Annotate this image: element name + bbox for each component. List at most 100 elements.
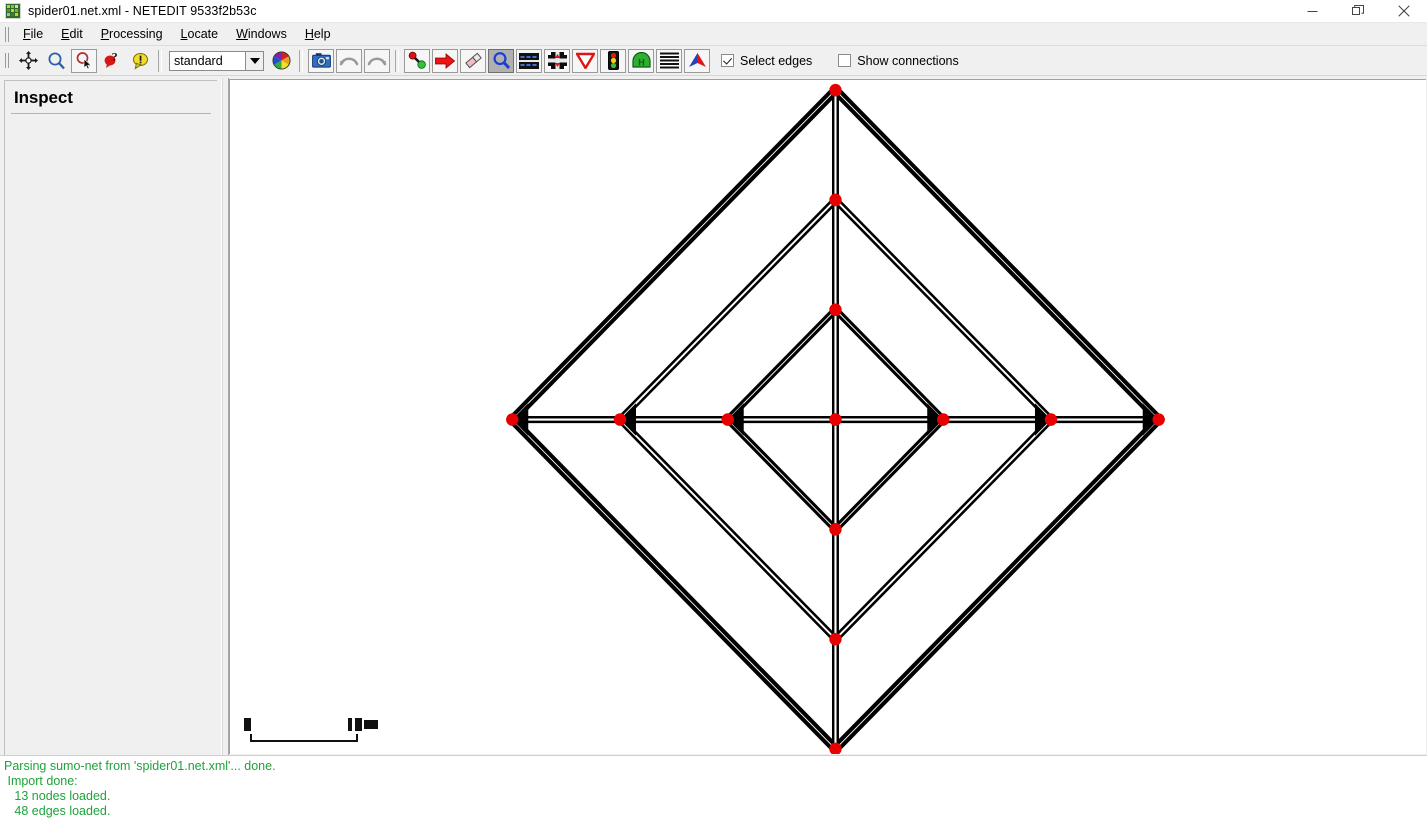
menu-edit-rest: dit <box>69 26 83 41</box>
svg-text:?: ? <box>111 51 117 64</box>
junction-node[interactable] <box>829 83 842 97</box>
junction-node[interactable] <box>829 523 842 536</box>
view-scheme-value: standard <box>174 53 223 68</box>
junction-node[interactable] <box>829 632 842 646</box>
sidebar-splitter[interactable] <box>222 78 229 755</box>
red-blue-shape-icon <box>688 52 707 69</box>
menu-edit-mnemonic: E <box>61 26 70 41</box>
junction-node[interactable] <box>721 413 734 426</box>
zoom-select-button[interactable] <box>71 48 97 73</box>
window-title: spider01.net.xml - NETEDIT 9533f2b53c <box>28 4 257 18</box>
screenshot-button[interactable] <box>308 48 334 73</box>
window-controls <box>1289 0 1427 22</box>
junction-node[interactable] <box>613 413 627 426</box>
crossing-mode-button[interactable] <box>544 48 570 73</box>
select-edges-label: Select edges <box>740 53 813 68</box>
menu-locate-mnemonic: L <box>180 26 188 41</box>
shape-mode-button[interactable] <box>684 48 710 73</box>
title-bar: spider01.net.xml - NETEDIT 9533f2b53c <box>0 0 1427 23</box>
junction-node[interactable] <box>829 303 842 317</box>
select-edges-checkbox[interactable]: Select edges <box>721 54 812 68</box>
connection-grid-icon <box>547 52 567 69</box>
move-view-button[interactable] <box>15 49 41 73</box>
blue-magnifier-icon <box>492 51 511 70</box>
magnifier-icon <box>47 51 66 70</box>
undo-arrow-icon <box>339 53 359 69</box>
color-scheme-button[interactable] <box>268 49 294 73</box>
edge-mode-button[interactable] <box>516 48 542 73</box>
toolbar-separator-2 <box>299 49 303 72</box>
inspect-pin-icon <box>408 51 427 70</box>
minimize-button[interactable] <box>1289 0 1335 22</box>
menu-windows-mnemonic: W <box>236 26 248 41</box>
question-balloon-icon: ? <box>103 51 122 70</box>
network-canvas[interactable]: .roadOuter { stroke:#000000; stroke-line… <box>229 79 1426 754</box>
netedit-window: spider01.net.xml - NETEDIT 9533f2b53c Fi <box>0 0 1427 827</box>
camera-icon <box>311 52 331 69</box>
menu-help-mnemonic: H <box>304 26 314 41</box>
junction-node[interactable] <box>829 193 842 207</box>
delete-mode-button[interactable] <box>460 48 486 73</box>
netedit-app-icon <box>5 3 21 19</box>
toolbar-drag-grip[interactable] <box>4 52 11 69</box>
zoom-button[interactable] <box>43 49 69 73</box>
status-log: Parsing sumo-net from 'spider01.net.xml'… <box>0 755 1427 827</box>
undo-button[interactable] <box>336 48 362 73</box>
redo-button[interactable] <box>364 48 390 73</box>
main-toolbar: ? standard H Select edges Show connectio… <box>0 46 1427 76</box>
main-body: Inspect .roadOuter { stroke:#000000; str… <box>0 76 1427 755</box>
log-line: 13 nodes loaded. <box>4 789 111 803</box>
inspect-mode-button[interactable] <box>404 48 430 73</box>
move-mode-button[interactable] <box>432 48 458 73</box>
view-scheme-combo[interactable]: standard <box>169 50 264 71</box>
network-graph[interactable]: .roadOuter { stroke:#000000; stroke-line… <box>230 80 1426 754</box>
menu-locate[interactable]: Locate <box>172 25 228 44</box>
menu-edit[interactable]: Edit <box>52 25 92 44</box>
log-line: Import done: <box>4 774 78 788</box>
eraser-icon <box>464 51 483 70</box>
junction-node[interactable] <box>937 413 950 426</box>
show-connections-checkbox-box[interactable] <box>838 54 852 67</box>
toolbar-separator-1 <box>158 49 162 72</box>
menu-processing-rest: rocessing <box>109 26 163 41</box>
toolbar-separator-3 <box>395 49 399 72</box>
traffic-light-icon <box>607 51 620 70</box>
menu-file-rest: ile <box>30 26 44 41</box>
close-button[interactable] <box>1381 0 1427 22</box>
page-title: Inspect <box>11 87 211 114</box>
junction-node[interactable] <box>829 413 842 426</box>
scale-bar <box>238 716 388 750</box>
red-arrow-icon <box>435 52 455 70</box>
tooltip-button[interactable] <box>127 49 153 73</box>
redo-arrow-icon <box>367 53 387 69</box>
menu-windows-rest: indows <box>247 26 287 41</box>
menu-file[interactable]: File <box>14 25 52 44</box>
select-mode-button[interactable] <box>488 48 514 73</box>
show-connections-checkbox[interactable]: Show connections <box>838 54 959 68</box>
junction-node[interactable] <box>1152 413 1165 426</box>
restore-button[interactable] <box>1335 0 1381 22</box>
svg-text:H: H <box>638 57 645 67</box>
junction-node[interactable] <box>1044 413 1058 426</box>
magnifier-cursor-icon <box>75 51 94 70</box>
junction-node[interactable] <box>506 413 519 426</box>
log-line: 48 edges loaded. <box>4 804 111 818</box>
menu-locate-rest: ocate <box>187 26 219 41</box>
crossing-lines-button[interactable] <box>656 48 682 73</box>
prohibition-mode-button[interactable] <box>572 48 598 73</box>
menu-windows[interactable]: Windows <box>227 25 296 44</box>
menu-bar: File Edit Processing Locate Windows Help <box>0 23 1427 46</box>
select-edges-checkbox-box[interactable] <box>721 54 734 67</box>
menu-drag-grip[interactable] <box>4 26 11 43</box>
menu-processing[interactable]: Processing <box>92 25 172 44</box>
inspect-panel: Inspect <box>4 80 217 755</box>
help-cursor-button[interactable]: ? <box>99 49 125 73</box>
traffic-light-button[interactable] <box>600 48 626 73</box>
menu-help[interactable]: Help <box>296 25 340 44</box>
menu-processing-mnemonic: P <box>100 26 110 41</box>
chevron-down-icon[interactable] <box>245 51 263 70</box>
additional-mode-button[interactable]: H <box>628 48 654 73</box>
striped-lines-icon <box>659 52 679 69</box>
left-sidebar: Inspect <box>0 78 222 755</box>
log-line: Parsing sumo-net from 'spider01.net.xml'… <box>4 759 276 773</box>
